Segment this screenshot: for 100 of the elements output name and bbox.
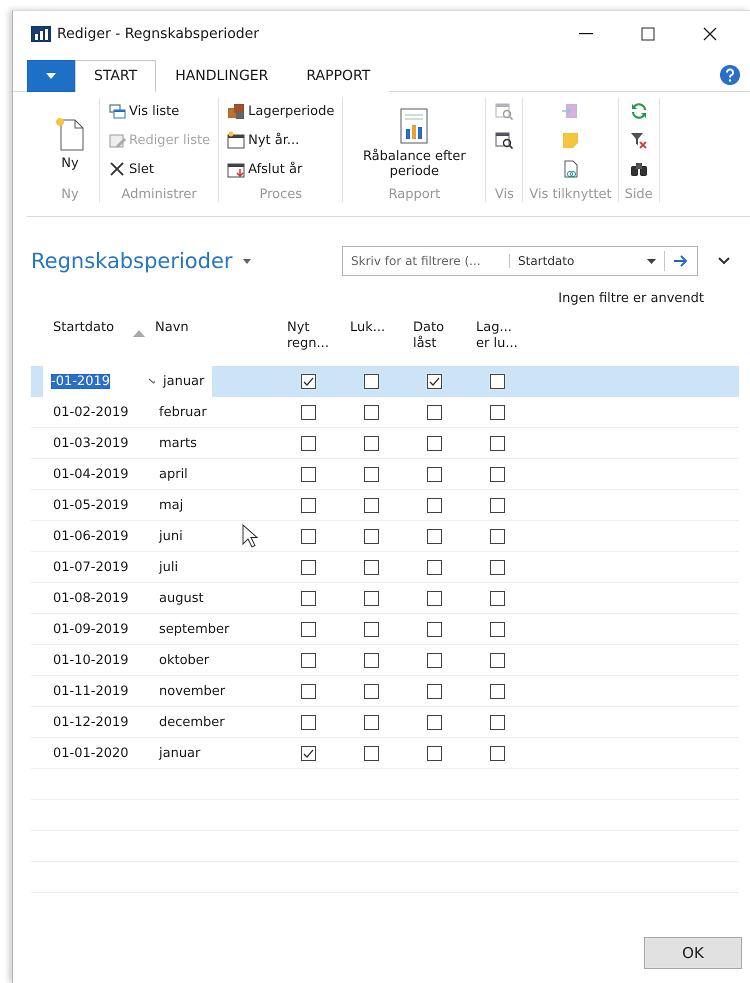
table-cell-text: 01-11-2019 — [52, 684, 130, 698]
table-row[interactable]: 01-03-2019 marts — [31, 428, 739, 459]
checkbox[interactable] — [427, 404, 442, 420]
table-row[interactable]: 01-01-2020 januar — [31, 738, 739, 769]
table-cell-text: 01-06-2019 — [52, 528, 130, 544]
table-row[interactable]: 01-09-2019 september — [31, 614, 739, 645]
checkbox[interactable] — [301, 684, 316, 698]
checkbox[interactable] — [364, 466, 379, 482]
table-cell-text: maj — [158, 496, 184, 514]
close-icon — [703, 27, 717, 41]
checkbox[interactable] — [490, 560, 505, 574]
checkbox[interactable] — [427, 622, 442, 636]
checkbox[interactable] — [364, 746, 379, 760]
checkbox[interactable] — [364, 528, 379, 544]
help-icon[interactable] — [720, 65, 740, 85]
checkbox[interactable] — [427, 498, 442, 512]
checkbox[interactable] — [490, 714, 505, 730]
checkbox[interactable] — [490, 436, 505, 450]
checkbox[interactable] — [301, 528, 316, 544]
checkbox[interactable] — [490, 590, 505, 606]
ribbon-group-label: Vis — [494, 187, 514, 202]
checkbox[interactable] — [301, 746, 316, 760]
checkbox[interactable] — [301, 560, 316, 574]
table-cell-text: december — [158, 714, 226, 732]
checkbox[interactable] — [301, 714, 316, 730]
ribbon-tab[interactable]: START — [75, 60, 156, 92]
maximize-icon — [641, 27, 655, 41]
table-row[interactable]: 01-06-2019 juni — [31, 521, 739, 552]
checkbox[interactable] — [427, 374, 442, 388]
table-row[interactable]: -01-2019 januar — [31, 366, 739, 397]
ribbon-button[interactable]: Slet — [106, 156, 156, 182]
table-cell-text: 01-01-2020 — [52, 746, 130, 760]
ribbon-button[interactable]: Afslut år — [225, 156, 304, 182]
checkbox[interactable] — [301, 590, 316, 606]
table-cell-text: 01-05-2019 — [52, 498, 130, 512]
table-cell-text: marts — [158, 434, 198, 452]
table-cell-text: 01-09-2019 — [52, 622, 130, 636]
ribbon-button[interactable]: Lagerperiode — [225, 98, 336, 124]
checkbox[interactable] — [427, 714, 442, 730]
checkbox[interactable] — [301, 498, 316, 512]
checkbox[interactable] — [490, 746, 505, 760]
ribbon-button[interactable]: Ny — [47, 112, 93, 173]
checkbox[interactable] — [301, 436, 316, 450]
clear-filter-icon — [630, 131, 648, 149]
checkbox[interactable] — [490, 466, 505, 482]
checkbox[interactable] — [364, 404, 379, 420]
table-cell-text: 01-12-2019 — [52, 714, 130, 730]
checkbox[interactable] — [364, 622, 379, 636]
table-row[interactable]: 01-04-2019 april — [31, 459, 739, 490]
ribbon-button[interactable]: Nyt år... — [225, 127, 302, 153]
caret-icon[interactable] — [242, 258, 251, 264]
checkbox[interactable] — [490, 652, 505, 668]
table-row[interactable]: 01-11-2019 november — [31, 676, 739, 707]
checkbox[interactable] — [490, 404, 505, 420]
table-row[interactable]: 01-02-2019 februar — [31, 397, 739, 428]
checkbox[interactable] — [364, 714, 379, 730]
column-header[interactable]: Startdato — [53, 320, 133, 337]
checkbox[interactable] — [490, 684, 505, 698]
checkbox[interactable] — [364, 560, 379, 574]
checkbox[interactable] — [490, 374, 505, 388]
checkbox[interactable] — [364, 436, 379, 450]
table-row[interactable]: 01-07-2019 juli — [31, 552, 739, 583]
checkbox[interactable] — [490, 528, 505, 544]
checkbox[interactable] — [301, 652, 316, 668]
ribbon-group-label: Proces — [259, 187, 302, 202]
table-row[interactable]: 01-10-2019 oktober — [31, 645, 739, 676]
table-cell-text: april — [158, 466, 189, 484]
checkbox[interactable] — [427, 466, 442, 482]
checkbox[interactable] — [490, 622, 505, 636]
checkbox[interactable] — [427, 560, 442, 574]
checkbox[interactable] — [427, 684, 442, 698]
checkbox[interactable] — [427, 652, 442, 668]
table-row[interactable]: 01-08-2019 august — [31, 583, 739, 614]
checkbox[interactable] — [364, 684, 379, 698]
checkbox[interactable] — [301, 466, 316, 482]
column-header[interactable]: Lag... er lu... — [466, 320, 529, 352]
table-row[interactable]: 01-05-2019 maj — [31, 490, 739, 521]
checkbox[interactable] — [364, 498, 379, 512]
filter-field-dropdown[interactable]: Startdato — [510, 251, 666, 271]
ribbon-button[interactable]: Vis liste — [106, 98, 182, 124]
checkbox[interactable] — [427, 590, 442, 606]
sort-ascending-icon — [133, 330, 145, 337]
checkbox[interactable] — [301, 622, 316, 636]
ok-button[interactable]: OK — [644, 937, 742, 969]
checkbox[interactable] — [364, 374, 379, 388]
checkbox[interactable] — [490, 498, 505, 512]
column-header[interactable]: Dato låst — [403, 320, 466, 352]
column-header[interactable]: Navn — [151, 320, 277, 336]
checkbox[interactable] — [427, 746, 442, 760]
checkbox[interactable] — [427, 528, 442, 544]
checkbox[interactable] — [364, 652, 379, 668]
ribbon-group-label: Side — [624, 187, 653, 202]
column-header[interactable]: Luk... — [340, 320, 403, 336]
ribbon-button[interactable]: Råbalance efter periode — [349, 104, 480, 180]
checkbox[interactable] — [301, 374, 316, 388]
column-header[interactable]: Nyt regn... — [277, 320, 340, 352]
checkbox[interactable] — [301, 404, 316, 420]
checkbox[interactable] — [364, 590, 379, 606]
table-row[interactable]: 01-12-2019 december — [31, 707, 739, 738]
checkbox[interactable] — [427, 436, 442, 450]
